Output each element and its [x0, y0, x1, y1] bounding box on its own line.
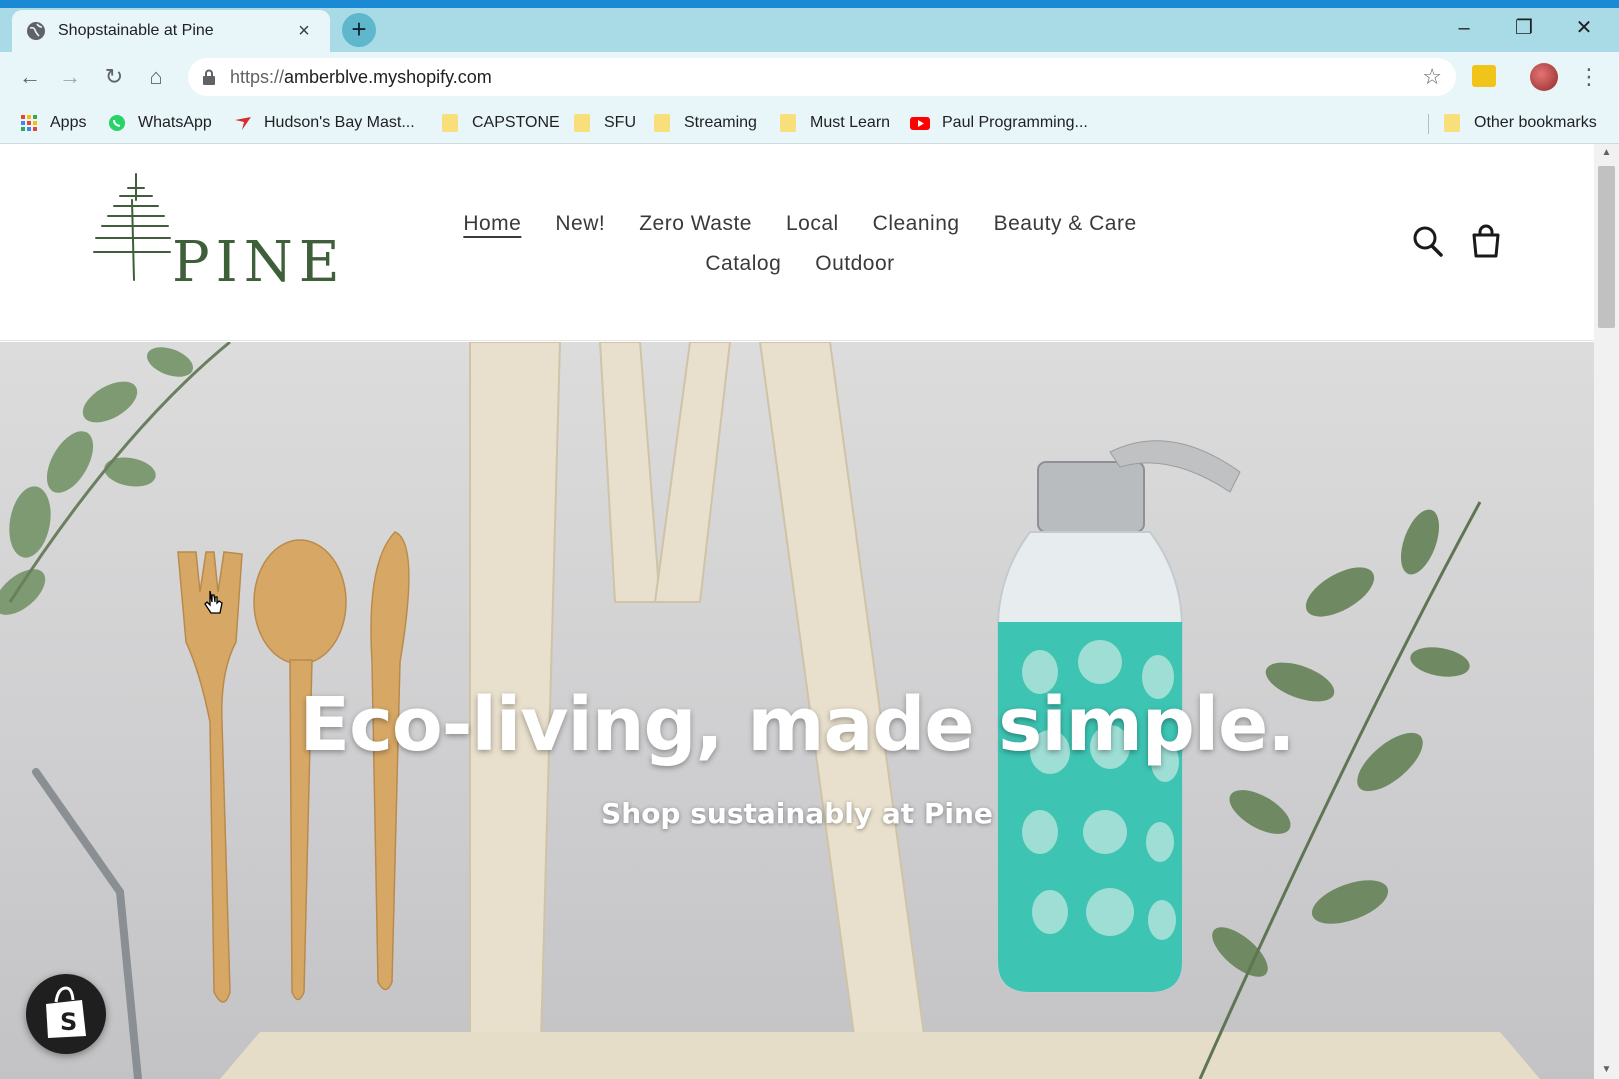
- url-text: https://amberblve.myshopify.com: [230, 67, 1422, 88]
- pine-logo[interactable]: PINE: [92, 172, 342, 295]
- back-arrow-icon[interactable]: ←: [16, 63, 44, 91]
- site-header: PINE Home New! Zero Waste Local Cleaning…: [0, 144, 1594, 341]
- nav-home[interactable]: Home: [463, 212, 521, 236]
- hero-subtitle: Shop sustainably at Pine: [601, 797, 993, 830]
- lock-icon: [203, 69, 215, 85]
- url-host: amberblve.myshopify.com: [284, 66, 492, 87]
- bookmark-capstone[interactable]: CAPSTONE: [442, 110, 560, 136]
- folder-icon: [1444, 114, 1460, 132]
- folder-icon: [442, 114, 458, 132]
- bookmark-sfu[interactable]: SFU: [574, 110, 636, 136]
- nav-new[interactable]: New!: [555, 212, 605, 236]
- tab-title: Shopstainable at Pine: [58, 22, 214, 39]
- bookmark-label: Apps: [50, 114, 87, 131]
- hero-banner: Eco-living, made simple. Shop sustainabl…: [0, 342, 1594, 1079]
- bookmark-whatsapp[interactable]: WhatsApp: [108, 110, 212, 136]
- bookmark-hudsons-bay[interactable]: Hudson's Bay Mast...: [234, 110, 415, 136]
- shopify-bag-icon: S: [46, 986, 86, 1038]
- cart-bag-icon[interactable]: [1470, 224, 1502, 258]
- forward-arrow-icon[interactable]: →: [56, 63, 84, 91]
- bookmarks-separator: [1428, 114, 1429, 134]
- folder-icon: [574, 114, 590, 132]
- new-tab-button[interactable]: +: [342, 13, 376, 47]
- extension-icon[interactable]: [1472, 65, 1496, 87]
- globe-icon: [27, 22, 45, 40]
- minimize-icon[interactable]: –: [1444, 14, 1484, 42]
- logo-wordmark: PINE: [172, 230, 346, 295]
- bookmark-paul-programming[interactable]: Paul Programming...: [910, 110, 1088, 136]
- search-icon[interactable]: [1412, 224, 1444, 258]
- shopify-chat-button[interactable]: S: [26, 974, 106, 1054]
- folder-icon: [654, 114, 670, 132]
- nav-cleaning[interactable]: Cleaning: [873, 212, 960, 236]
- bookmark-label: SFU: [604, 114, 636, 131]
- window-close-icon[interactable]: ✕: [1564, 14, 1604, 42]
- bookmark-apps[interactable]: Apps: [20, 110, 86, 136]
- bookmark-label: Paul Programming...: [942, 114, 1088, 131]
- scroll-up-arrow-icon[interactable]: ▲: [1594, 144, 1619, 162]
- bookmarks-bar: Apps WhatsApp Hudson's Bay Mast... CAPST…: [0, 102, 1619, 144]
- bookmark-label: Must Learn: [810, 114, 891, 131]
- svg-text:S: S: [60, 1008, 77, 1036]
- page-scrollbar[interactable]: ▲ ▼: [1594, 144, 1619, 1079]
- nav-beauty-care[interactable]: Beauty & Care: [994, 212, 1137, 236]
- scrollbar-thumb[interactable]: [1598, 166, 1615, 328]
- tab-close-icon[interactable]: ×: [292, 21, 316, 41]
- bookmark-star-icon[interactable]: ☆: [1422, 64, 1442, 90]
- profile-avatar[interactable]: [1530, 63, 1558, 91]
- scroll-down-arrow-icon[interactable]: ▼: [1594, 1061, 1619, 1079]
- main-navigation: Home New! Zero Waste Local Cleaning Beau…: [430, 204, 1170, 284]
- youtube-icon: [910, 117, 930, 130]
- bookmark-streaming[interactable]: Streaming: [654, 110, 757, 136]
- nav-catalog[interactable]: Catalog: [705, 252, 781, 276]
- other-bookmarks-label: Other bookmarks: [1474, 114, 1597, 131]
- nav-zero-waste[interactable]: Zero Waste: [639, 212, 752, 236]
- home-icon[interactable]: ⌂: [142, 63, 170, 91]
- bookmark-label: WhatsApp: [138, 114, 212, 131]
- browser-chrome: Shopstainable at Pine × + – ❐ ✕ ← → ↻ ⌂ …: [0, 0, 1619, 144]
- browser-menu-icon[interactable]: ⋮: [1578, 62, 1600, 92]
- nav-outdoor[interactable]: Outdoor: [815, 252, 894, 276]
- mouse-cursor-icon: [204, 590, 223, 614]
- bookmark-label: Hudson's Bay Mast...: [264, 114, 415, 131]
- reload-icon[interactable]: ↻: [100, 63, 128, 91]
- restore-icon[interactable]: ❐: [1504, 14, 1544, 42]
- store-page: PINE Home New! Zero Waste Local Cleaning…: [0, 144, 1594, 1079]
- hudsons-bay-icon: [235, 117, 251, 130]
- folder-icon: [780, 114, 796, 132]
- browser-toolbar: ← → ↻ ⌂ https://amberblve.myshopify.com …: [0, 52, 1619, 102]
- address-bar[interactable]: https://amberblve.myshopify.com ☆: [188, 58, 1456, 96]
- apps-grid-icon: [21, 115, 37, 131]
- bookmark-must-learn[interactable]: Must Learn: [780, 110, 890, 136]
- other-bookmarks[interactable]: Other bookmarks: [1444, 110, 1597, 136]
- hero-title: Eco-living, made simple.: [299, 682, 1296, 768]
- nav-local[interactable]: Local: [786, 212, 839, 236]
- window-top-border: [0, 0, 1619, 8]
- tab-shopstainable[interactable]: Shopstainable at Pine ×: [12, 10, 330, 52]
- bookmark-label: Streaming: [684, 114, 757, 131]
- bookmark-label: CAPSTONE: [472, 114, 560, 131]
- nav-row-1: Home New! Zero Waste Local Cleaning Beau…: [430, 204, 1170, 244]
- whatsapp-icon: [109, 115, 125, 131]
- nav-row-2: Catalog Outdoor: [430, 244, 1170, 284]
- url-scheme: https://: [230, 66, 285, 87]
